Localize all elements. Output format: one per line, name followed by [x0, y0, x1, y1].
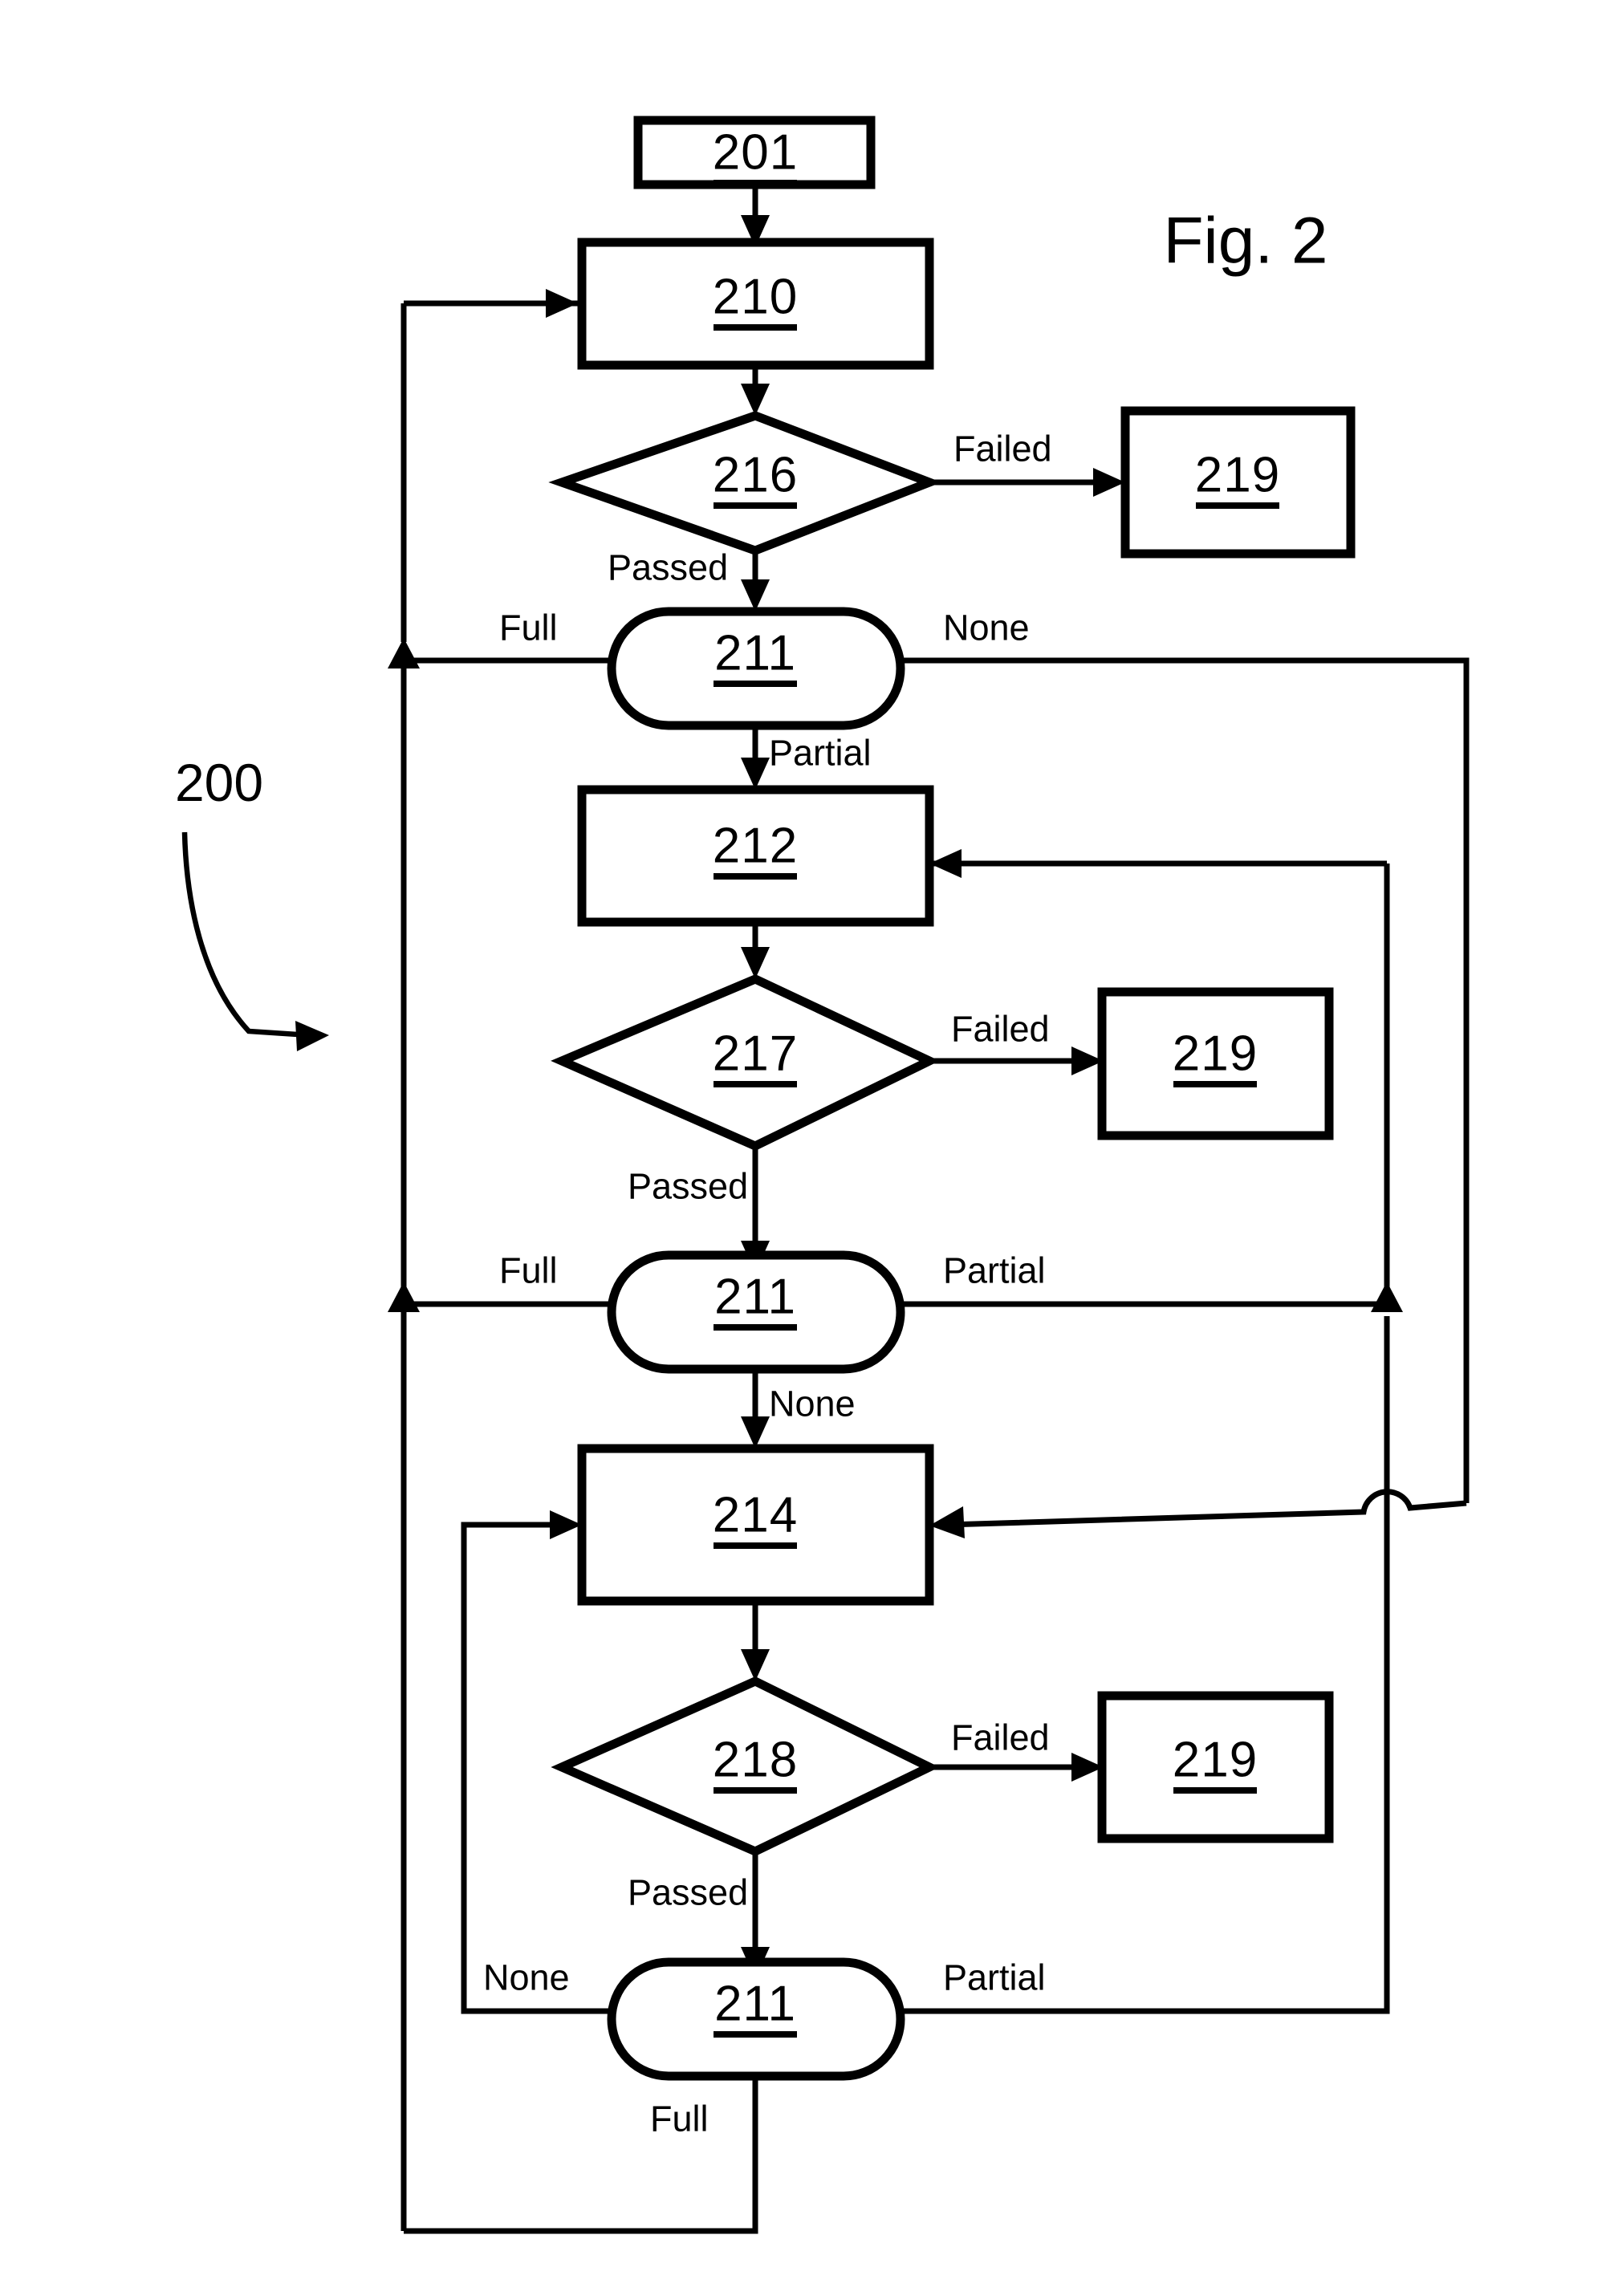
node-211b-label: 211	[714, 1270, 796, 1325]
node-218-label: 218	[713, 1733, 798, 1788]
node-210-label: 210	[713, 270, 798, 325]
connector-211c-partial-to-inner-rail	[901, 1316, 1390, 2014]
arrowhead-211b-partial-up	[1371, 1282, 1403, 1312]
node-217-label: 217	[713, 1026, 798, 1082]
edge-label-217-passed: Passed	[628, 1166, 748, 1207]
arrowhead-216-passed-to-211a	[741, 579, 770, 612]
edge-label-211a-full: Full	[499, 608, 558, 648]
arrowhead-211a-partial-to-212	[741, 758, 770, 790]
node-219a-label: 219	[1195, 448, 1280, 503]
edge-label-211a-none: None	[943, 608, 1030, 648]
node-211b-label-group: 211	[714, 1270, 797, 1331]
edge-label-211c-partial: Partial	[943, 1957, 1046, 1998]
node-214-label: 214	[713, 1488, 798, 1543]
node-219a-label-group: 219	[1195, 448, 1280, 509]
node-212-label-group: 212	[713, 819, 798, 880]
node-216-label: 216	[713, 448, 798, 503]
figure-canvas: 201 210 216 219 211 212 217 219 211 214 …	[0, 0, 1610, 2296]
reference-leader-arrowhead	[295, 1021, 329, 1051]
arrowhead-211b-full-up	[388, 1282, 420, 1312]
edge-label-217-failed: Failed	[951, 1009, 1050, 1050]
node-219b-label-group: 219	[1173, 1026, 1258, 1087]
node-218-label-group: 218	[713, 1733, 798, 1794]
arrowhead-211b-none-to-214	[741, 1416, 770, 1449]
arrowhead-inner-rail-into-212	[929, 849, 962, 878]
flowchart-svg: 201 210 216 219 211 212 217 219 211 214 …	[175, 116, 1470, 2234]
node-201-label: 201	[713, 125, 798, 181]
edge-label-218-failed: Failed	[951, 1717, 1050, 1758]
arrowhead-left-rail-into-210	[546, 289, 578, 318]
edge-label-216-passed: Passed	[608, 547, 728, 588]
figure-title: Fig. 2	[1163, 205, 1327, 278]
node-211a-label: 211	[714, 626, 796, 681]
node-214-label-group: 214	[713, 1488, 798, 1549]
arrowhead-outer-rail-to-214	[929, 1506, 965, 1538]
edge-label-211b-none: None	[769, 1384, 856, 1424]
node-216-label-group: 216	[713, 448, 798, 509]
node-217-label-group: 217	[713, 1026, 798, 1087]
edge-label-216-failed: Failed	[953, 429, 1052, 469]
node-201-label-group: 201	[713, 125, 798, 186]
node-219c-label-group: 219	[1173, 1733, 1258, 1794]
arrowhead-210-to-216	[741, 384, 770, 416]
node-211a-label-group: 211	[714, 626, 797, 687]
edge-label-211c-full: Full	[650, 2099, 709, 2140]
node-211c-label-group: 211	[714, 1977, 797, 2038]
arrowhead-211c-none-to-214	[550, 1510, 582, 1539]
node-211c-label: 211	[714, 1977, 796, 2032]
arrowhead-212-to-217	[741, 947, 770, 979]
arrowhead-216-failed-to-219a	[1093, 468, 1125, 497]
node-210-label-group: 210	[713, 270, 798, 331]
edge-label-211c-none: None	[483, 1957, 570, 1998]
edge-label-218-passed: Passed	[628, 1872, 748, 1913]
figure-reference-numeral: 200	[175, 753, 263, 812]
reference-leader-line	[181, 831, 310, 1038]
node-219b-label: 219	[1173, 1026, 1258, 1082]
node-219c-label: 219	[1173, 1733, 1258, 1788]
edge-label-211b-partial: Partial	[943, 1250, 1046, 1291]
node-212-label: 212	[713, 819, 798, 874]
edge-label-211b-full: Full	[499, 1250, 558, 1291]
edge-label-211a-partial: Partial	[769, 733, 872, 774]
